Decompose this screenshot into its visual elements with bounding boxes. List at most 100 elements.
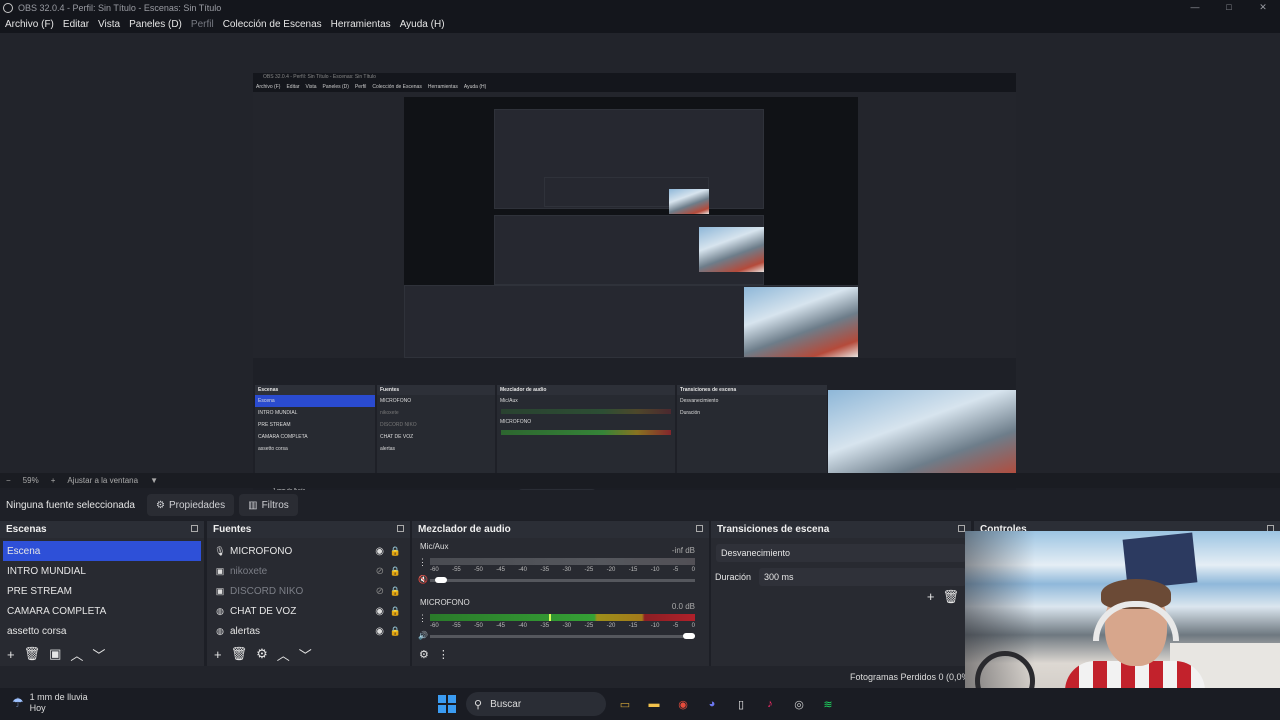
move-up-button[interactable]: ︿ bbox=[277, 645, 290, 664]
speaker-icon[interactable]: 🔊 bbox=[418, 631, 428, 640]
close-button[interactable]: ✕ bbox=[1246, 0, 1280, 15]
menu-item-1[interactable]: Editar bbox=[63, 19, 89, 30]
volume-slider[interactable] bbox=[430, 577, 695, 583]
source-item[interactable]: ◍ alertas ◉ 🔒 bbox=[207, 621, 410, 641]
sources-dock: Fuentes 🎙 MICROFONO ◉ 🔒 ▣ nikoxete ⊘ 🔒 ▣ DISCORD … bbox=[207, 521, 410, 666]
channel-menu-icon[interactable]: ⋮ bbox=[418, 613, 427, 624]
lock-icon[interactable]: 🔒 bbox=[390, 566, 401, 577]
windows-start-icon[interactable] bbox=[438, 695, 456, 713]
chevron-down-icon[interactable]: ▼ bbox=[150, 476, 158, 485]
source-properties-button[interactable]: ⚙ bbox=[256, 646, 268, 662]
nested-menu-item: Herramientas bbox=[427, 84, 458, 90]
source-toolbar: Ninguna fuente seleccionada ⚙ Propiedade… bbox=[0, 490, 1280, 520]
scene-item[interactable]: INTRO MUNDIAL bbox=[0, 561, 204, 581]
undock-icon[interactable] bbox=[191, 525, 198, 532]
folder-icon[interactable]: ▬ bbox=[644, 694, 664, 714]
nested-menu-item: Paneles (D) bbox=[322, 84, 349, 90]
scene-item[interactable]: PRE STREAM bbox=[0, 581, 204, 601]
menu-item-0[interactable]: Archivo (F) bbox=[5, 19, 54, 30]
nested-menu-item: Archivo (F) bbox=[256, 84, 281, 90]
menu-item-3[interactable]: Paneles (D) bbox=[129, 19, 182, 30]
transition-select[interactable]: Desvanecimiento bbox=[716, 544, 966, 562]
nested-menu-item: Colección de Escenas bbox=[372, 84, 422, 90]
undock-icon[interactable] bbox=[397, 525, 404, 532]
spotify-icon[interactable]: ≋ bbox=[818, 694, 838, 714]
lock-icon[interactable]: 🔒 bbox=[390, 626, 401, 637]
properties-button[interactable]: ⚙ Propiedades bbox=[147, 494, 235, 516]
zoom-bar: − 59% + Ajustar a la ventana ▼ bbox=[0, 473, 1280, 488]
duration-input[interactable]: 300 ms bbox=[759, 568, 966, 586]
obs-icon[interactable]: ◎ bbox=[789, 694, 809, 714]
tiktok-icon[interactable]: ♪ bbox=[760, 694, 780, 714]
scene-filters-button[interactable]: ▣ bbox=[49, 646, 61, 662]
menu-item-2[interactable]: Vista bbox=[98, 19, 120, 30]
zoom-out-button[interactable]: − bbox=[6, 476, 11, 485]
eye-slash-icon[interactable]: ⊘ bbox=[376, 566, 384, 577]
remove-source-button[interactable]: 🗑 bbox=[231, 646, 248, 662]
mixer-channels: Mic/Aux -inf dB ⋮ -60 -55 -50 -45 -40 -35 -30 -25-… bbox=[412, 542, 709, 650]
weather-text: 1 mm de lluvia bbox=[29, 692, 88, 702]
move-down-button[interactable]: ﹀ bbox=[299, 645, 312, 664]
meter-scale: -60 -55 -50 -45 -40 -35 -30 -25 -20 -15 -10 -5 0 bbox=[430, 623, 695, 629]
lock-icon[interactable]: 🔒 bbox=[390, 546, 401, 557]
taskbar: ☂ 1 mm de lluvia Hoy ⚲ Buscar ▭ ▬ ◉ ◕ ▯ ♪ ◎ ≋ bbox=[0, 688, 1280, 720]
volume-slider-knob[interactable] bbox=[435, 577, 448, 583]
menu-item-6[interactable]: Herramientas bbox=[331, 19, 391, 30]
source-item[interactable]: ◍ CHAT DE VOZ ◉ 🔒 bbox=[207, 601, 410, 621]
file-icon[interactable]: ▯ bbox=[731, 694, 751, 714]
add-transition-button[interactable]: + bbox=[927, 589, 935, 605]
filters-button[interactable]: ▥ Filtros bbox=[239, 494, 298, 516]
maximize-button[interactable]: □ bbox=[1212, 0, 1246, 15]
scene-item[interactable]: assetto corsa bbox=[0, 621, 204, 641]
fit-to-window-select[interactable]: Ajustar a la ventana bbox=[67, 476, 138, 485]
explorer-icon[interactable]: ▭ bbox=[615, 694, 635, 714]
undock-icon[interactable] bbox=[958, 525, 965, 532]
discord-icon[interactable]: ◕ bbox=[702, 694, 722, 714]
transitions-dock: Transiciones de escena Desvanecimiento D… bbox=[711, 521, 971, 666]
eye-icon[interactable]: ◉ bbox=[375, 606, 384, 617]
eye-slash-icon[interactable]: ⊘ bbox=[376, 586, 384, 597]
scene-item[interactable]: Escena bbox=[3, 541, 201, 561]
muted-speaker-icon[interactable]: 🔇 bbox=[418, 575, 428, 584]
meter-tick: -20 bbox=[606, 567, 616, 573]
add-scene-button[interactable]: + bbox=[7, 647, 15, 662]
menu-item-4[interactable]: Perfil bbox=[191, 19, 214, 30]
volume-slider[interactable] bbox=[430, 633, 695, 639]
eye-icon[interactable]: ◉ bbox=[375, 546, 384, 557]
menu-item-7[interactable]: Ayuda (H) bbox=[400, 19, 445, 30]
title-bar: OBS 32.0.4 - Perfil: Sin Título - Escena… bbox=[0, 0, 1280, 15]
remove-scene-button[interactable]: 🗑 bbox=[24, 646, 41, 662]
move-down-button[interactable]: ﹀ bbox=[92, 645, 105, 664]
lock-icon[interactable]: 🔒 bbox=[390, 586, 401, 597]
zoom-in-button[interactable]: + bbox=[51, 476, 56, 485]
volume-meter bbox=[430, 614, 695, 621]
source-item[interactable]: ▣ DISCORD NIKO ⊘ 🔒 bbox=[207, 581, 410, 601]
move-up-button[interactable]: ︿ bbox=[70, 645, 83, 664]
preview-area[interactable]: OBS 32.0.4 - Perfil: Sin Título - Escena… bbox=[0, 33, 1280, 503]
add-source-button[interactable]: + bbox=[214, 647, 222, 662]
mixer-settings-icon[interactable]: ⚙ bbox=[419, 648, 429, 661]
channel-menu-icon[interactable]: ⋮ bbox=[418, 557, 427, 568]
nested-menu-item: Editar bbox=[286, 84, 300, 90]
mixer-menu-icon[interactable]: ⋮ bbox=[438, 648, 449, 661]
source-item[interactable]: ▣ nikoxete ⊘ 🔒 bbox=[207, 561, 410, 581]
remove-transition-button[interactable]: 🗑 bbox=[942, 589, 959, 605]
undock-icon[interactable] bbox=[696, 525, 703, 532]
scene-item[interactable]: CAMARA COMPLETA bbox=[0, 601, 204, 621]
channel-db: 0.0 dB bbox=[671, 602, 695, 611]
volume-slider-knob[interactable] bbox=[683, 633, 695, 639]
window-controls: — □ ✕ bbox=[1178, 0, 1280, 15]
meter-tick: -60 bbox=[430, 623, 439, 629]
menu-item-5[interactable]: Colección de Escenas bbox=[223, 19, 322, 30]
meter-scale: -60 -55 -50 -45 -40 -35 -30 -25 -20 -15 -10 -5 0 bbox=[430, 567, 695, 573]
weather-widget[interactable]: ☂ 1 mm de lluvia Hoy bbox=[12, 692, 88, 714]
taskbar-search[interactable]: ⚲ Buscar bbox=[466, 692, 606, 716]
lock-icon[interactable]: 🔒 bbox=[390, 606, 401, 617]
preview-canvas[interactable]: OBS 32.0.4 - Perfil: Sin Título - Escena… bbox=[253, 73, 1016, 503]
minimize-button[interactable]: — bbox=[1178, 0, 1212, 15]
eye-icon[interactable]: ◉ bbox=[375, 626, 384, 637]
meter-tick: -20 bbox=[606, 623, 616, 629]
transition-buttons: + 🗑 bbox=[919, 589, 959, 605]
chrome-icon[interactable]: ◉ bbox=[673, 694, 693, 714]
source-item[interactable]: 🎙 MICROFONO ◉ 🔒 bbox=[207, 541, 410, 561]
